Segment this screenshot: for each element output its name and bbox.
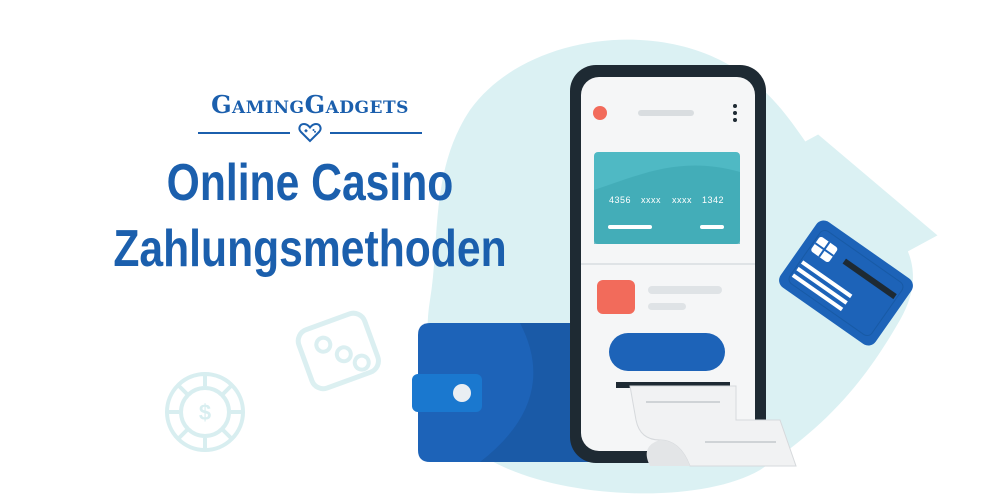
brand-name: GamingGadgets bbox=[211, 90, 409, 119]
casino-chip-icon: $ bbox=[165, 372, 245, 452]
pay-button bbox=[609, 333, 725, 371]
dice-icon bbox=[295, 310, 381, 392]
card-number-group-3: xxxx bbox=[672, 195, 692, 205]
banner: $ 4356 xxxx xxxx 1342 GamingGadgets Onli… bbox=[0, 0, 1001, 501]
heart-gamepad-icon bbox=[298, 122, 322, 143]
logo-divider-right bbox=[330, 132, 422, 134]
headline-line-1: Online Casino bbox=[166, 154, 454, 212]
card-number-group-1: 4356 bbox=[609, 195, 632, 205]
brand-logo: GamingGadgets bbox=[196, 90, 424, 150]
card-number-group-2: xxxx bbox=[641, 195, 661, 205]
headline-line-2: Zahlungsmethoden bbox=[113, 220, 507, 278]
headline: Online Casino Zahlungsmethoden bbox=[105, 150, 515, 282]
wallet-icon bbox=[412, 323, 590, 462]
logo-divider-left bbox=[198, 132, 290, 134]
menu-dots-icon bbox=[733, 104, 737, 122]
status-dot bbox=[593, 106, 607, 120]
card-number-group-4: 1342 bbox=[702, 195, 725, 205]
svg-text:$: $ bbox=[199, 400, 211, 425]
